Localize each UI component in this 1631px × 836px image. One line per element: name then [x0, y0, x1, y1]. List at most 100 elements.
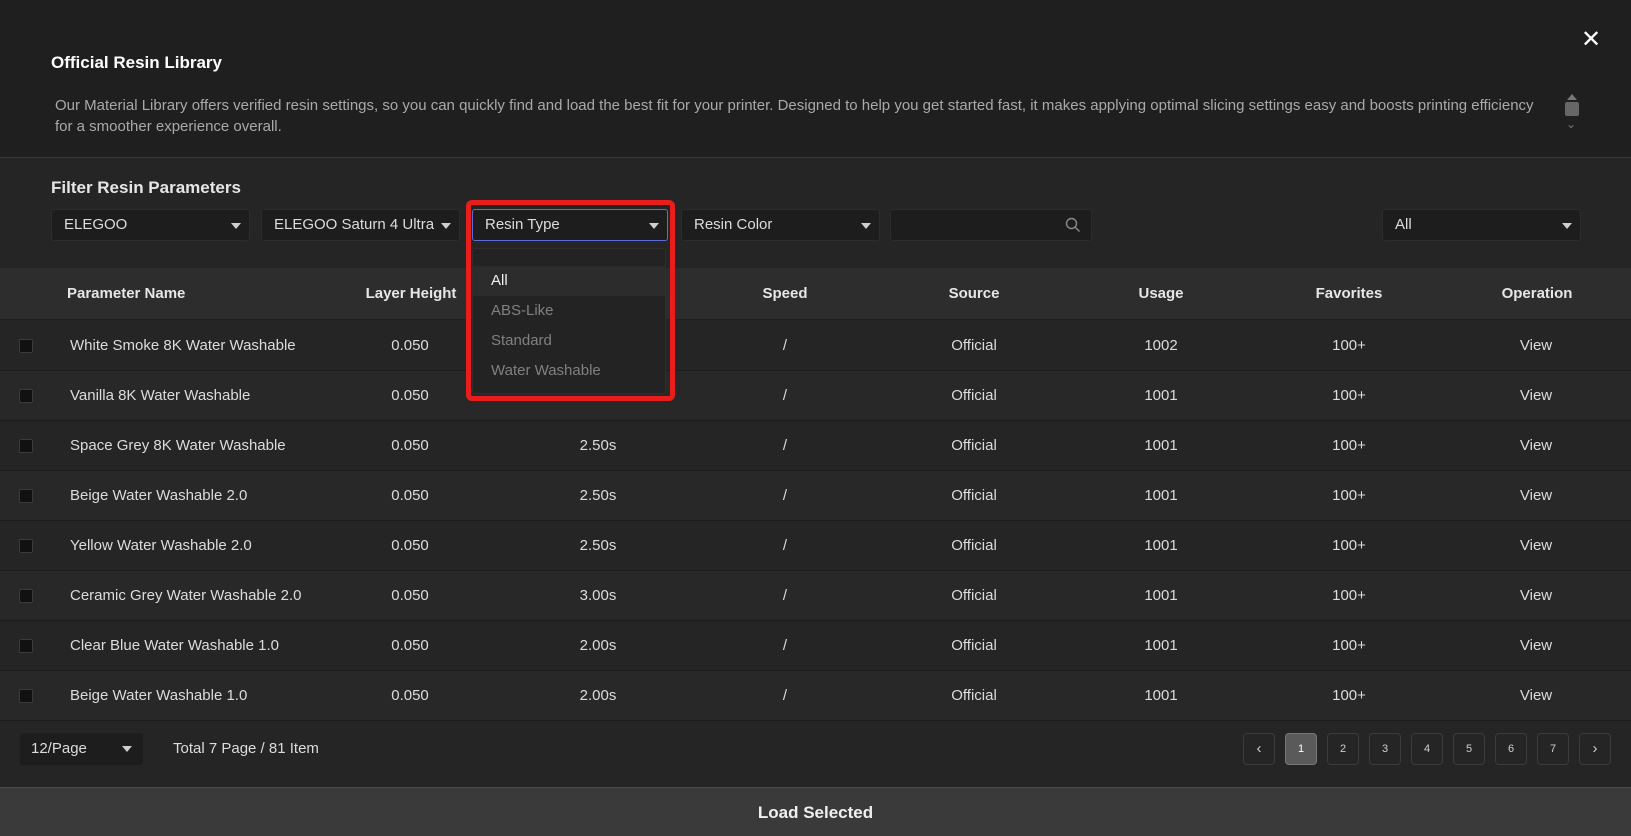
exposure-cell: 2.50s: [579, 487, 617, 504]
favorites-cell: 100+: [1332, 437, 1366, 454]
source-cell: Official: [951, 337, 997, 354]
resin-type-select[interactable]: Resin Type: [472, 209, 668, 241]
table-row[interactable]: Clear Blue Water Washable 1.0 0.050 2.00s /…: [0, 621, 1631, 671]
brand-select[interactable]: ELEGOO: [51, 209, 250, 241]
chevron-right-icon[interactable]: ›: [1579, 733, 1611, 765]
pagination-total: Total 7 Page / 81 Item: [173, 740, 319, 757]
favorites-cell: 100+: [1332, 487, 1366, 504]
table-header: Parameter Name Layer Height Speed Source…: [0, 268, 1631, 320]
column-header[interactable]: Usage: [1138, 268, 1183, 320]
parameter-name-cell: Clear Blue Water Washable 1.0: [70, 637, 279, 654]
filter-title: Filter Resin Parameters: [51, 178, 241, 197]
resin-color-select[interactable]: Resin Color: [681, 209, 880, 241]
row-checkbox[interactable]: [19, 589, 33, 603]
printer-select[interactable]: ELEGOO Saturn 4 Ultra: [261, 209, 460, 241]
scroll-up-icon[interactable]: [1567, 94, 1577, 100]
row-checkbox[interactable]: [19, 389, 33, 403]
search-icon[interactable]: [1065, 217, 1081, 233]
table-row[interactable]: White Smoke 8K Water Washable 0.050 / Offic…: [0, 321, 1631, 371]
row-checkbox[interactable]: [19, 639, 33, 653]
source-cell: Official: [951, 687, 997, 704]
page-button-7[interactable]: 7: [1537, 733, 1569, 765]
table-row[interactable]: Beige Water Washable 2.0 0.050 2.50s / Offic…: [0, 471, 1631, 521]
page-button-3[interactable]: 3: [1369, 733, 1401, 765]
column-header[interactable]: Parameter Name: [67, 268, 185, 320]
source-cell: Official: [951, 537, 997, 554]
description-scrollbar[interactable]: ⌄: [1564, 94, 1580, 132]
parameter-name-cell: Ceramic Grey Water Washable 2.0: [70, 587, 302, 604]
table-row[interactable]: Yellow Water Washable 2.0 0.050 2.50s / Offi…: [0, 521, 1631, 571]
page-button-4[interactable]: 4: [1411, 733, 1443, 765]
layer-height-cell: 0.050: [391, 337, 429, 354]
close-icon[interactable]: ✕: [1579, 28, 1603, 52]
table-row[interactable]: Beige Water Washable 1.0 0.050 2.00s / Offic…: [0, 671, 1631, 721]
favorites-cell: 100+: [1332, 337, 1366, 354]
exposure-cell: 2.50s: [579, 537, 617, 554]
usage-cell: 1002: [1144, 337, 1178, 354]
parameter-name-cell: White Smoke 8K Water Washable: [70, 337, 296, 354]
resin-color-select-value: Resin Color: [694, 216, 773, 233]
page-button-1[interactable]: 1: [1285, 733, 1317, 765]
view-link[interactable]: View: [1520, 671, 1552, 721]
speed-cell: /: [782, 587, 788, 604]
usage-cell: 1001: [1144, 537, 1178, 554]
column-header[interactable]: Speed: [762, 268, 807, 320]
row-checkbox[interactable]: [19, 689, 33, 703]
view-link[interactable]: View: [1520, 521, 1552, 571]
view-link[interactable]: View: [1520, 571, 1552, 621]
page-button-5[interactable]: 5: [1453, 733, 1485, 765]
resin-type-dropdown: All ABS-Like Standard Water Washable: [472, 248, 666, 394]
layer-height-cell: 0.050: [391, 587, 429, 604]
favorites-cell: 100+: [1332, 687, 1366, 704]
column-header[interactable]: Operation: [1502, 268, 1573, 320]
usage-cell: 1001: [1144, 587, 1178, 604]
view-link[interactable]: View: [1520, 421, 1552, 471]
row-checkbox[interactable]: [19, 539, 33, 553]
page-button-6[interactable]: 6: [1495, 733, 1527, 765]
search-box[interactable]: [890, 209, 1092, 241]
row-checkbox[interactable]: [19, 489, 33, 503]
page-size-value: 12/Page: [31, 740, 87, 757]
exposure-cell: 3.00s: [579, 587, 617, 604]
row-checkbox[interactable]: [19, 339, 33, 353]
row-checkbox[interactable]: [19, 439, 33, 453]
table-row[interactable]: Vanilla 8K Water Washable 0.050 / Official 1…: [0, 371, 1631, 421]
table-row[interactable]: Space Grey 8K Water Washable 0.050 2.50s / O…: [0, 421, 1631, 471]
dialog-title: Official Resin Library: [51, 53, 222, 72]
scroll-thumb[interactable]: [1565, 102, 1579, 116]
view-link[interactable]: View: [1520, 471, 1552, 521]
view-link[interactable]: View: [1520, 371, 1552, 421]
layer-height-cell: 0.050: [391, 637, 429, 654]
column-header[interactable]: Favorites: [1316, 268, 1383, 320]
dropdown-option-water-washable[interactable]: Water Washable: [473, 356, 665, 386]
dropdown-option-standard[interactable]: Standard: [473, 326, 665, 356]
view-link[interactable]: View: [1520, 321, 1552, 371]
load-selected-button[interactable]: Load Selected: [0, 787, 1631, 836]
scope-select[interactable]: All: [1382, 209, 1581, 241]
resin-type-select-value: Resin Type: [485, 216, 560, 233]
dropdown-option-all[interactable]: All: [473, 266, 665, 296]
layer-height-cell: 0.050: [391, 387, 429, 404]
scope-select-value: All: [1395, 216, 1412, 233]
favorites-cell: 100+: [1332, 637, 1366, 654]
column-header[interactable]: Layer Height: [366, 268, 457, 320]
speed-cell: /: [782, 687, 788, 704]
table-row[interactable]: Ceramic Grey Water Washable 2.0 0.050 3.00…: [0, 571, 1631, 621]
chevron-down-icon[interactable]: ⌄: [1566, 118, 1578, 130]
view-link[interactable]: View: [1520, 621, 1552, 671]
speed-cell: /: [782, 437, 788, 454]
page-button-2[interactable]: 2: [1327, 733, 1359, 765]
caret-down-icon: [1562, 223, 1572, 229]
caret-down-icon: [861, 223, 871, 229]
dropdown-option-abs-like[interactable]: ABS-Like: [473, 296, 665, 326]
column-header[interactable]: Source: [949, 268, 1000, 320]
dialog-description: Our Material Library offers verified res…: [55, 97, 1534, 135]
page-size-select[interactable]: 12/Page: [20, 733, 143, 765]
usage-cell: 1001: [1144, 387, 1178, 404]
source-cell: Official: [951, 387, 997, 404]
chevron-left-icon[interactable]: ‹: [1243, 733, 1275, 765]
source-cell: Official: [951, 587, 997, 604]
usage-cell: 1001: [1144, 687, 1178, 704]
exposure-cell: 2.50s: [579, 437, 617, 454]
search-input[interactable]: [899, 214, 1059, 236]
